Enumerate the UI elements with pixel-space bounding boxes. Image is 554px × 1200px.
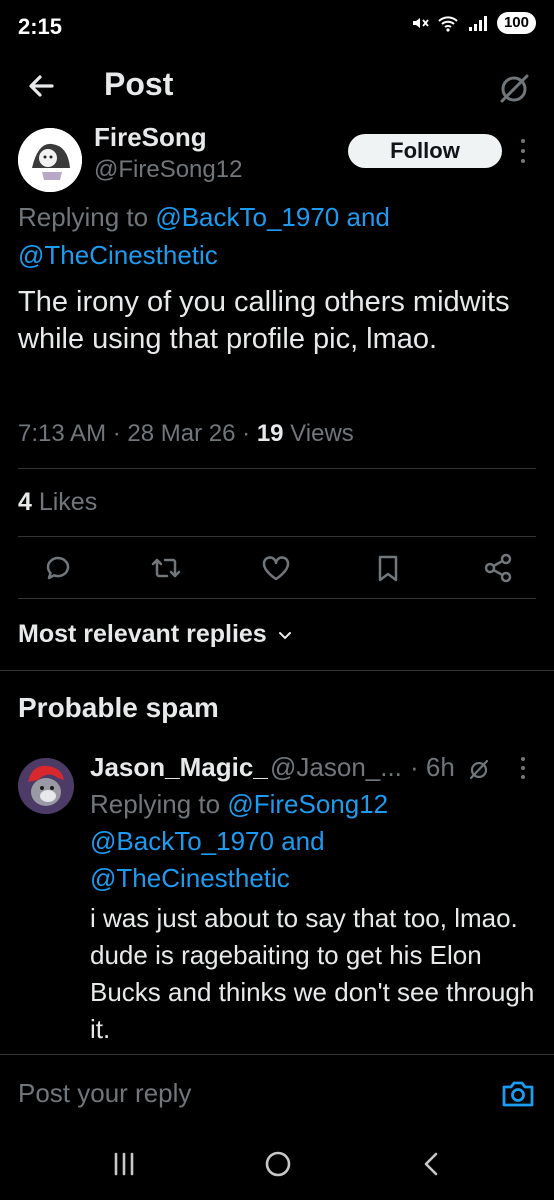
recent-apps-icon: [114, 1152, 134, 1176]
dot-icon: [521, 139, 525, 143]
mention-link[interactable]: @BackTo_1970: [90, 826, 274, 856]
reply-handle[interactable]: @Jason_...: [270, 752, 402, 783]
mention-link[interactable]: @FireSong12: [227, 789, 388, 819]
follow-button[interactable]: Follow: [348, 134, 502, 168]
reply-display-name[interactable]: Jason_Magic_: [90, 752, 268, 783]
recent-apps-button[interactable]: [106, 1148, 142, 1180]
wifi-icon: [438, 16, 458, 32]
back-button[interactable]: [22, 66, 62, 106]
repost-button[interactable]: [150, 552, 182, 584]
replying-to: Replying to @BackTo_1970 and: [18, 198, 390, 236]
replying-to-and[interactable]: and: [274, 826, 324, 856]
likes-summary[interactable]: 4 Likes: [18, 488, 97, 517]
heart-icon: [262, 556, 290, 581]
bookmark-icon: [378, 555, 398, 582]
battery-indicator: 100: [496, 12, 536, 34]
dot-icon: [521, 756, 525, 761]
repost-icon: [151, 558, 181, 578]
divider: [0, 670, 554, 671]
reply-avatar-image: [18, 758, 74, 814]
tweet-text: The irony of you calling others midwits …: [18, 286, 510, 355]
reply-composer-input[interactable]: Post your reply: [18, 1078, 191, 1109]
divider: [18, 598, 536, 599]
divider: [18, 536, 536, 537]
dot-icon: [521, 765, 525, 770]
divider: [0, 1054, 554, 1055]
camera-icon: [502, 1081, 534, 1107]
avatar-image: [18, 128, 82, 192]
author-display-name[interactable]: FireSong: [94, 122, 207, 153]
views-count: 19: [256, 420, 284, 447]
camera-button[interactable]: [500, 1078, 536, 1110]
home-icon: [265, 1151, 291, 1177]
replying-to-prefix: Replying to: [18, 202, 156, 232]
reply-time[interactable]: · 6h: [410, 752, 455, 783]
reply-text: i was just about to say that too, lmao. …: [90, 903, 535, 1044]
mute-icon: [412, 18, 429, 28]
section-title: Probable spam: [18, 692, 219, 723]
mention-link[interactable]: @TheCinesthetic: [18, 240, 218, 270]
reply-grok-button[interactable]: [466, 756, 492, 782]
sort-replies-dropdown[interactable]: Most relevant replies: [18, 620, 293, 649]
views-label: Views: [283, 420, 354, 447]
dot-icon: [521, 149, 525, 153]
replying-to-cont: @TheCinesthetic: [18, 236, 218, 274]
replying-to-prefix: Replying to: [90, 789, 228, 819]
status-icons: 100: [411, 12, 536, 34]
sort-label: Most relevant replies: [18, 620, 267, 648]
mention-link[interactable]: @BackTo_1970: [155, 202, 339, 232]
divider: [18, 468, 536, 469]
dot-icon: [521, 775, 525, 780]
reply-avatar[interactable]: [18, 758, 74, 814]
more-options-button[interactable]: [518, 136, 528, 166]
comment-icon: [46, 556, 70, 580]
author-handle[interactable]: @FireSong12: [94, 156, 242, 184]
tweet-date[interactable]: 28 Mar 26: [127, 420, 235, 447]
like-button[interactable]: [260, 552, 292, 584]
reply-replying-to-line3: @TheCinesthetic: [90, 860, 290, 897]
grok-icon: [500, 74, 529, 103]
system-back-button[interactable]: [414, 1148, 450, 1180]
home-button[interactable]: [260, 1148, 296, 1180]
tweet-meta: 7:13 AM · 28 Mar 26 · 19 Views: [18, 420, 354, 447]
mention-link[interactable]: @TheCinesthetic: [90, 863, 290, 893]
grok-icon: [469, 759, 489, 780]
reply-more-options-button[interactable]: [518, 754, 528, 782]
page-title: Post: [104, 66, 174, 102]
bookmark-button[interactable]: [372, 552, 404, 584]
share-button[interactable]: [482, 552, 514, 584]
chevron-down-icon: [278, 631, 291, 639]
grok-button[interactable]: [494, 68, 534, 108]
reply-replying-to: Replying to @FireSong12: [90, 786, 388, 823]
likes-count: 4: [18, 488, 32, 516]
avatar[interactable]: [18, 128, 82, 192]
arrow-left-icon: [29, 75, 54, 97]
tweet-time[interactable]: 7:13 AM: [18, 420, 106, 447]
reply-button[interactable]: [42, 552, 74, 584]
reply-replying-to-line2: @BackTo_1970 and: [90, 823, 325, 860]
chevron-left-icon: [424, 1152, 438, 1176]
replying-to-and[interactable]: and: [339, 202, 390, 232]
signal-icon: [468, 16, 487, 31]
dot-icon: [521, 159, 525, 163]
likes-label: Likes: [31, 488, 98, 516]
status-time: 2:15: [18, 14, 63, 39]
share-icon: [484, 553, 512, 583]
